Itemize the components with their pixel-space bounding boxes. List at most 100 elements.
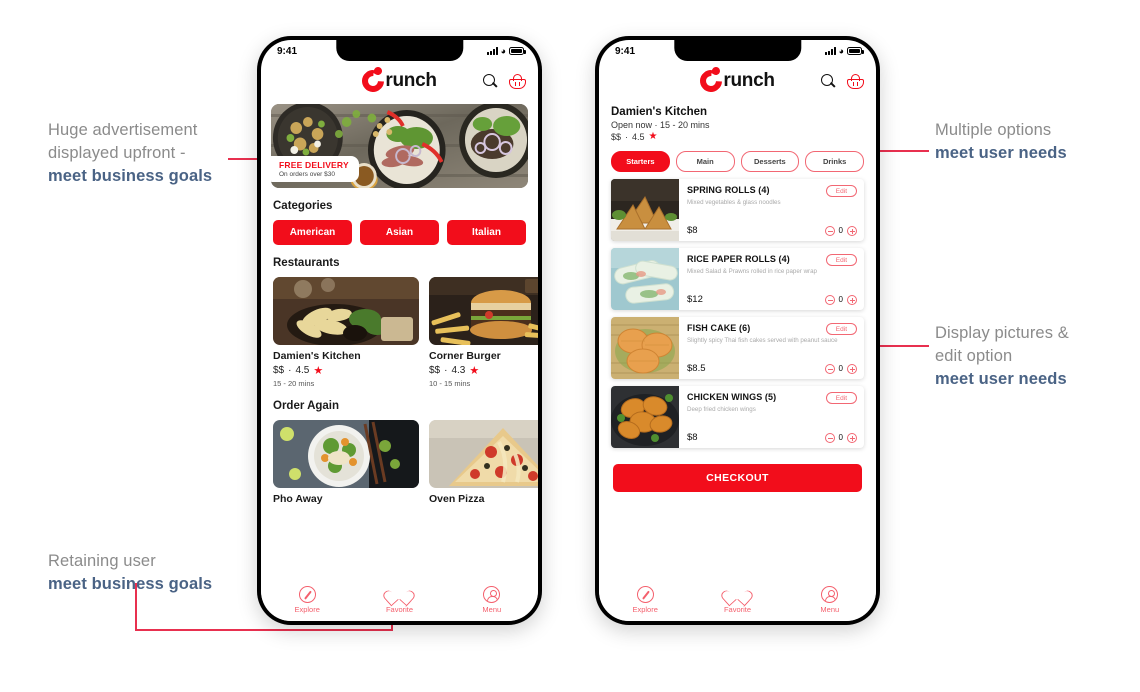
connector-retain-bottom <box>135 629 393 631</box>
restaurant-name: Damien's Kitchen <box>611 106 708 118</box>
tab-main[interactable]: Main <box>675 151 735 172</box>
annotation-bold: meet user needs <box>935 369 1067 388</box>
edit-button[interactable]: Edit <box>825 254 857 266</box>
annotation-multiple-options: Multiple options meet user needs <box>935 119 1135 165</box>
order-again-name: Oven Pizza <box>429 493 485 505</box>
decrease-quantity-button[interactable] <box>824 225 835 236</box>
heart-icon <box>728 587 746 603</box>
tab-favorite[interactable]: Favorite <box>369 587 429 614</box>
wifi-icon: ◕ <box>838 45 844 56</box>
menu-item-price: $8.5 <box>687 363 706 374</box>
restaurant-thumbnail <box>273 277 419 345</box>
crunch-logo-mark <box>362 70 384 92</box>
menu-item-row[interactable]: RICE PAPER ROLLS (4) Edit Mixed Salad & … <box>611 248 864 310</box>
order-again-card[interactable]: Oven Pizza <box>429 420 538 505</box>
meta-dot: · <box>625 131 629 142</box>
restaurant-meta: $$ · 4.3 ★ <box>429 364 538 377</box>
compass-icon <box>636 586 654 603</box>
increase-quantity-button[interactable] <box>847 432 857 443</box>
category-italian[interactable]: Italian <box>447 220 526 245</box>
quantity-value: 0 <box>838 226 843 235</box>
order-again-thumbnail <box>429 420 538 488</box>
menu-item-image <box>611 386 679 448</box>
increase-quantity-button[interactable] <box>847 294 857 305</box>
decrease-quantity-button[interactable] <box>824 294 835 305</box>
menu-item-description: Deep fried chicken wings <box>687 406 756 413</box>
star-icon: ★ <box>313 365 324 377</box>
restaurant-meta: $$ · 4.5 ★ <box>273 364 419 377</box>
chicken-wings-image <box>611 386 679 448</box>
crunch-logo[interactable]: runch <box>362 70 437 92</box>
tab-menu[interactable]: Menu <box>462 586 522 614</box>
menu-item-image <box>611 317 679 379</box>
menu-item-description: Mixed Salad & Prawns rolled in rice pape… <box>687 268 817 275</box>
tab-label: Menu <box>482 605 502 614</box>
menu-item-description: Mixed vegetables & glass noodles <box>687 199 781 206</box>
menu-item-row[interactable]: CHICKEN WINGS (5) Edit Deep fried chicke… <box>611 386 864 448</box>
menu-item-price: $8 <box>687 225 698 236</box>
basket-icon[interactable] <box>847 73 864 89</box>
restaurant-delivery-time: 10 - 15 mins <box>429 379 471 388</box>
restaurant-price: $$ <box>273 365 285 376</box>
order-again-card[interactable]: Pho Away <box>273 420 419 505</box>
increase-quantity-button[interactable] <box>847 363 857 374</box>
tab-explore[interactable]: Explore <box>615 586 675 614</box>
status-time: 9:41 <box>615 45 636 57</box>
phone-menu-screen: 9:41 ◕ runch Damien's Kitchen Open now ·… <box>595 36 880 625</box>
restaurant-card[interactable]: Damien's Kitchen $$ · 4.5 ★ 15 - 20 mins <box>273 277 419 388</box>
search-icon[interactable] <box>821 74 835 88</box>
menu-item-description: Slightly spicy Thai fish cakes served wi… <box>687 337 838 344</box>
decrease-quantity-button[interactable] <box>824 363 835 374</box>
checkout-button[interactable]: CHECKOUT <box>613 464 862 492</box>
hero-advertisement[interactable]: FREE DELIVERY On orders over $30 <box>271 104 528 188</box>
category-american[interactable]: American <box>273 220 352 245</box>
edit-button[interactable]: Edit <box>825 392 857 404</box>
basket-icon[interactable] <box>509 73 526 89</box>
menu-item-row[interactable]: SPRING ROLLS (4) Edit Mixed vegetables &… <box>611 179 864 241</box>
quantity-value: 0 <box>838 295 843 304</box>
compass-icon <box>298 586 316 603</box>
phone2-screen: 9:41 ◕ runch Damien's Kitchen Open now ·… <box>599 40 876 621</box>
restaurant-rating-row: $$ · 4.5 ★ <box>611 131 864 142</box>
person-icon <box>483 586 501 603</box>
annotation-line: Multiple options <box>935 121 1052 139</box>
menu-item-image <box>611 248 679 310</box>
edit-button[interactable]: Edit <box>825 323 857 335</box>
menu-item-row[interactable]: FISH CAKE (6) Edit Slightly spicy Thai f… <box>611 317 864 379</box>
menu-items-list: SPRING ROLLS (4) Edit Mixed vegetables &… <box>599 172 876 448</box>
meta-dot: · <box>444 365 448 376</box>
tab-drinks[interactable]: Drinks <box>805 151 864 172</box>
annotation-bold: meet business goals <box>48 574 213 593</box>
tab-menu[interactable]: Menu <box>800 586 860 614</box>
tab-explore[interactable]: Explore <box>277 586 337 614</box>
search-icon[interactable] <box>483 74 497 88</box>
phone1-screen: 9:41 ◕ runch FREE DELIVERY On orders ove… <box>261 40 538 621</box>
decrease-quantity-button[interactable] <box>824 432 835 443</box>
restaurant-card[interactable]: Corner Burger $$ · 4.3 ★ 10 - 15 mins <box>429 277 538 388</box>
annotation-line: Display pictures & <box>935 324 1069 342</box>
tab-favorite[interactable]: Favorite <box>707 587 767 614</box>
tab-label: Menu <box>820 605 840 614</box>
tab-label: Explore <box>294 605 320 614</box>
tab-starters[interactable]: Starters <box>611 151 670 172</box>
restaurant-price: $$ <box>429 365 441 376</box>
annotation-display-pictures: Display pictures & edit option meet user… <box>935 322 1135 390</box>
cellular-signal-icon <box>486 47 498 55</box>
annotation-line: Retaining user <box>48 552 156 570</box>
meta-dot: · <box>288 365 292 376</box>
quantity-stepper: 0 <box>824 225 857 236</box>
restaurants-row: Damien's Kitchen $$ · 4.5 ★ 15 - 20 mins <box>261 277 538 388</box>
order-again-thumbnail <box>273 420 419 488</box>
tab-desserts[interactable]: Desserts <box>740 151 800 172</box>
crunch-logo-text: runch <box>723 70 775 91</box>
battery-icon <box>847 47 864 55</box>
edit-button[interactable]: Edit <box>825 185 857 197</box>
crunch-logo[interactable]: runch <box>700 70 775 92</box>
phone2-app-bar: runch <box>599 62 876 100</box>
menu-item-image <box>611 179 679 241</box>
menu-item-title: RICE PAPER ROLLS (4) <box>687 254 790 264</box>
annotation-line: edit option <box>935 346 1013 365</box>
increase-quantity-button[interactable] <box>847 225 857 236</box>
order-again-name: Pho Away <box>273 493 323 505</box>
category-asian[interactable]: Asian <box>360 220 439 245</box>
